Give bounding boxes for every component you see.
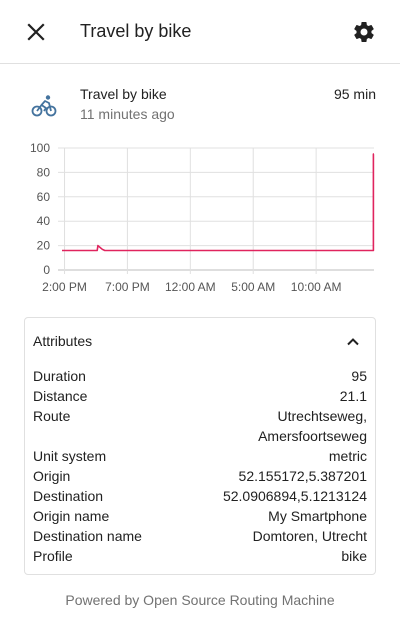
attribute-row: Route Utrechtseweg, Amersfoortseweg xyxy=(33,406,367,446)
y-tick-label: 100 xyxy=(30,141,50,155)
attribute-row: Destination 52.0906894,5.1213124 xyxy=(33,486,367,506)
attribute-value: 95 xyxy=(351,368,367,384)
entity-last-changed: 11 minutes ago xyxy=(80,106,175,122)
y-tick-label: 80 xyxy=(37,165,51,179)
attribute-name: Profile xyxy=(33,548,73,564)
attribute-row: Unit system metric xyxy=(33,446,367,466)
x-tick-label: 10:00 AM xyxy=(291,280,342,294)
attribute-row: Origin name My Smartphone xyxy=(33,506,367,526)
dialog-header: Travel by bike xyxy=(0,0,400,64)
attribute-row: Distance 21.1 xyxy=(33,386,367,406)
x-tick-label: 5:00 AM xyxy=(231,280,275,294)
attribute-value: metric xyxy=(328,448,367,464)
attribute-name: Origin xyxy=(33,468,71,484)
attribute-value: bike xyxy=(341,548,367,564)
attribute-value: 52.155172,5.387201 xyxy=(238,468,367,484)
y-tick-label: 20 xyxy=(37,239,51,253)
entity-state-value: 95 min xyxy=(333,86,376,102)
history-chart[interactable]: 0 20 40 60 80 100 2:00 PM 7:00 PM 12:00 AM 5:00 A… xyxy=(0,138,400,300)
attribute-value: Domtoren, Utrecht xyxy=(252,528,367,544)
series-line xyxy=(62,153,375,252)
x-tick-label: 12:00 AM xyxy=(165,280,216,294)
attribute-value: My Smartphone xyxy=(268,508,367,524)
bicycle-icon xyxy=(31,95,57,117)
attribution-text: Powered by Open Source Routing Machine xyxy=(65,592,335,608)
attributes-panel: Attributes Duration 95 Distance 21.1 Route Ut… xyxy=(24,317,376,575)
attribute-name: Route xyxy=(33,408,71,424)
close-button[interactable] xyxy=(20,16,52,48)
attribute-name: Destination name xyxy=(33,528,142,544)
y-tick-label: 40 xyxy=(37,214,51,228)
settings-button[interactable] xyxy=(348,16,380,48)
attribute-value: 52.0906894,5.1213124 xyxy=(222,488,367,504)
attribute-name: Unit system xyxy=(33,448,107,464)
entity-name: Travel by bike xyxy=(80,86,167,102)
attribute-name: Distance xyxy=(33,388,88,404)
gear-icon xyxy=(354,22,374,42)
close-icon xyxy=(27,23,45,41)
attributes-collapse-button[interactable] xyxy=(341,330,365,354)
attribute-row: Origin 52.155172,5.387201 xyxy=(33,466,367,486)
attribute-value: 21.1 xyxy=(339,388,367,404)
dialog-title: Travel by bike xyxy=(80,21,192,41)
attributes-title: Attributes xyxy=(33,333,93,349)
chevron-up-icon xyxy=(347,338,359,346)
attribute-name: Destination xyxy=(33,488,104,504)
y-tick-label: 0 xyxy=(43,263,50,277)
entity-row: Travel by bike 11 minutes ago 95 min xyxy=(0,84,400,128)
attribute-row: Destination name Domtoren, Utrecht xyxy=(33,526,367,546)
attribute-value: Utrechtseweg, Amersfoortseweg xyxy=(258,408,367,444)
attribute-name: Duration xyxy=(33,368,86,384)
y-tick-label: 60 xyxy=(37,190,51,204)
attributes-list: Duration 95 Distance 21.1 Route Utrechtseweg,… xyxy=(33,366,367,566)
more-info-dialog: Travel by bike Travel by bike 11 minutes… xyxy=(0,0,400,631)
x-tick-label: 7:00 PM xyxy=(105,280,150,294)
attribute-row: Profile bike xyxy=(33,546,367,566)
attribute-name: Origin name xyxy=(33,508,110,524)
x-tick-label: 2:00 PM xyxy=(42,280,87,294)
attribute-row: Duration 95 xyxy=(33,366,367,386)
